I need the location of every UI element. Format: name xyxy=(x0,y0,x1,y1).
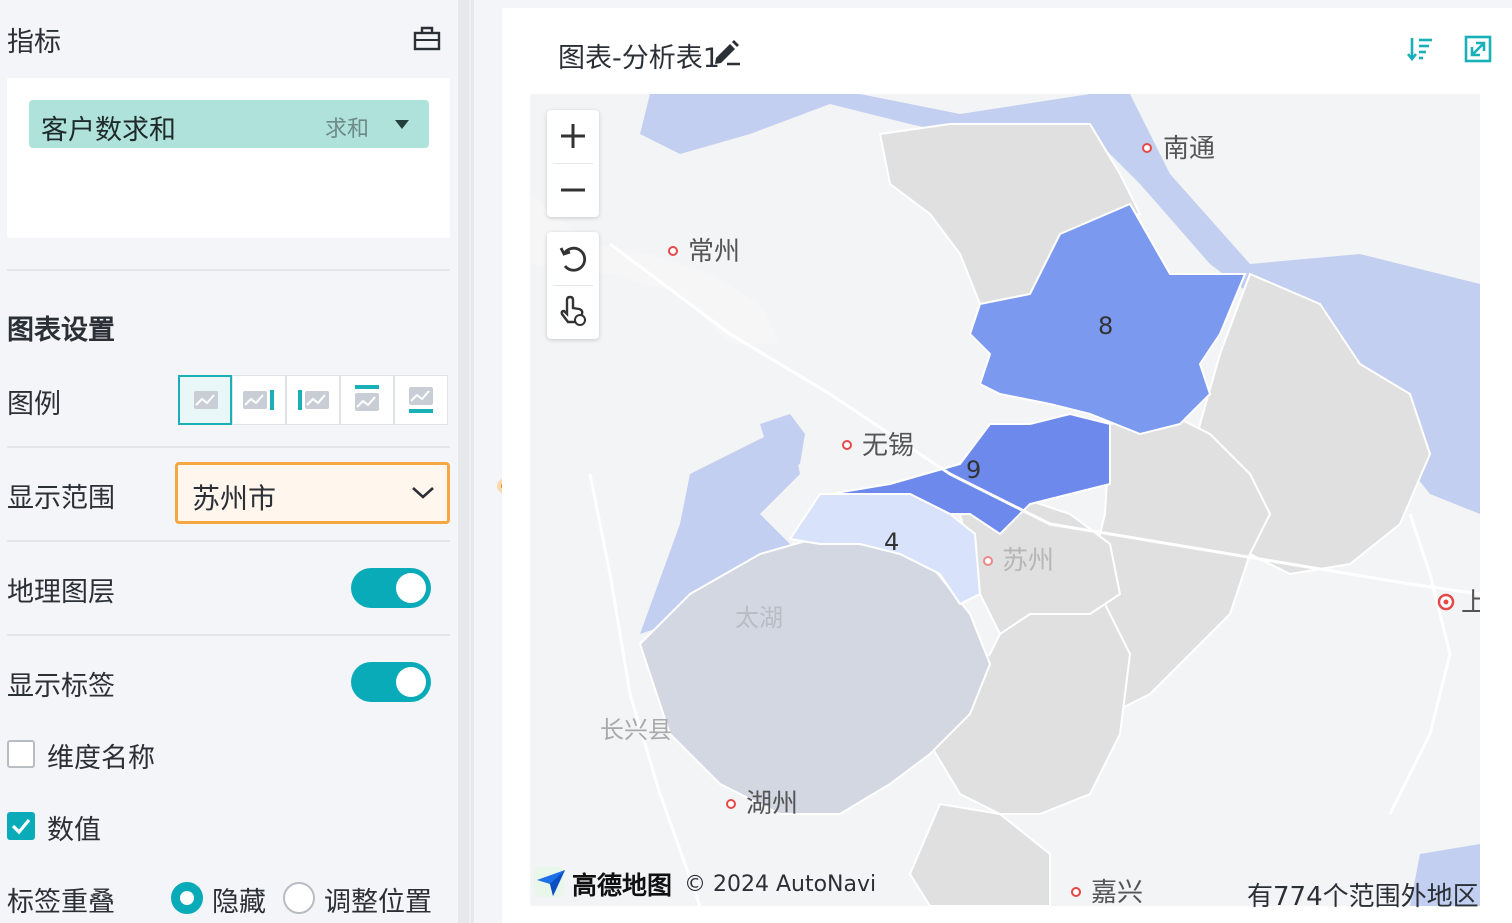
zoom-in-button[interactable] xyxy=(547,110,599,163)
map-tools-control xyxy=(547,232,599,339)
lake-label: 太湖 xyxy=(735,604,783,632)
city-label: 苏州 xyxy=(1002,546,1054,576)
region-value-label: 4 xyxy=(884,528,899,556)
region-value-label: 9 xyxy=(966,456,981,484)
region-value-label: 8 xyxy=(1098,312,1113,340)
out-of-range-note[interactable]: 有774个范围外地区 xyxy=(1247,876,1479,913)
city-label: 上 xyxy=(1461,588,1480,618)
road xyxy=(1388,513,1452,815)
city-label: 无锡 xyxy=(862,431,914,461)
toggle-knob xyxy=(396,573,426,603)
legend-left-icon xyxy=(298,390,329,410)
geo-layer-label: 地理图层 xyxy=(7,577,115,608)
legend-top-button[interactable] xyxy=(340,375,394,425)
legend-none-icon xyxy=(194,391,218,409)
legend-right-icon xyxy=(243,390,274,410)
divider xyxy=(7,634,450,636)
show-labels-toggle[interactable] xyxy=(351,662,431,702)
city-label: 嘉兴 xyxy=(1091,878,1143,906)
show-labels-label: 显示标签 xyxy=(7,671,115,702)
chart-title: 图表-分析表1 xyxy=(558,43,720,74)
divider xyxy=(7,269,450,271)
map-canvas[interactable]: 南通 常州 无锡 苏州 湖州 嘉兴 长兴县 太湖 上 8 9 4 xyxy=(530,94,1480,906)
city-marker xyxy=(1071,887,1081,897)
metrics-dropzone[interactable]: 客户数求和 求和 xyxy=(7,78,450,238)
overlap-hide-radio[interactable] xyxy=(171,882,203,914)
legend-label: 图例 xyxy=(7,389,61,420)
edit-icon[interactable] xyxy=(710,36,742,66)
county-label: 长兴县 xyxy=(600,716,672,744)
metrics-settings-icon[interactable] xyxy=(412,24,442,52)
city-label: 常州 xyxy=(688,237,740,267)
legend-none-button[interactable] xyxy=(178,375,232,425)
display-range-select[interactable]: 苏州市 xyxy=(175,462,450,524)
legend-bottom-icon xyxy=(409,387,433,413)
chevron-down-icon xyxy=(412,487,434,499)
divider xyxy=(7,540,450,542)
legend-left-button[interactable] xyxy=(286,375,340,425)
chevron-down-icon[interactable] xyxy=(395,120,409,129)
reset-view-button[interactable] xyxy=(547,232,599,285)
city-label: 湖州 xyxy=(746,789,798,819)
value-label: 数值 xyxy=(47,815,101,846)
metric-chip[interactable]: 客户数求和 求和 xyxy=(29,100,429,148)
metric-name: 客户数求和 xyxy=(41,115,176,146)
drill-select-button[interactable] xyxy=(547,286,599,339)
metric-aggregation: 求和 xyxy=(325,117,370,142)
amap-brand: 高德地图 xyxy=(572,871,673,900)
legend-right-button[interactable] xyxy=(232,375,286,425)
legend-top-icon xyxy=(355,385,379,411)
dimension-name-label: 维度名称 xyxy=(47,743,155,774)
legend-bottom-button[interactable] xyxy=(394,375,448,425)
overlap-adjust-label: 调整位置 xyxy=(324,887,432,918)
hand-pointer-icon xyxy=(560,295,586,326)
zoom-control xyxy=(547,110,599,217)
choropleth-map: 南通 常州 无锡 苏州 湖州 嘉兴 长兴县 太湖 上 8 9 4 xyxy=(530,94,1480,906)
refresh-icon xyxy=(559,246,587,272)
toggle-knob xyxy=(396,667,426,697)
legend-position-group xyxy=(178,375,450,425)
district-south xyxy=(908,802,1051,906)
label-overlap-label: 标签重叠 xyxy=(7,887,115,918)
city-marker xyxy=(726,799,736,809)
dimension-name-checkbox[interactable] xyxy=(7,740,35,768)
splitter-line xyxy=(469,0,471,923)
zoom-out-button[interactable] xyxy=(547,164,599,217)
city-marker xyxy=(668,246,678,256)
divider xyxy=(7,446,450,448)
geo-layer-toggle[interactable] xyxy=(351,568,431,608)
minus-icon xyxy=(561,188,585,192)
display-range-value: 苏州市 xyxy=(192,482,277,515)
map-copyright: © 2024 AutoNavi xyxy=(684,872,877,897)
fullscreen-icon[interactable] xyxy=(1464,35,1492,63)
city-marker xyxy=(842,440,852,450)
amap-logo-icon xyxy=(534,867,565,897)
plus-icon xyxy=(561,124,585,148)
check-icon xyxy=(11,818,31,835)
overlap-hide-label: 隐藏 xyxy=(212,887,266,918)
value-checkbox[interactable] xyxy=(7,812,35,840)
panel-splitter[interactable] xyxy=(458,0,474,923)
overlap-adjust-radio[interactable] xyxy=(283,882,315,914)
sort-icon[interactable] xyxy=(1406,35,1434,63)
display-range-label: 显示范围 xyxy=(7,483,115,514)
city-label: 南通 xyxy=(1163,134,1215,164)
city-marker-dot xyxy=(1443,599,1449,605)
chart-settings-title: 图表设置 xyxy=(7,315,115,346)
city-marker xyxy=(983,556,993,566)
settings-panel: 指标 客户数求和 求和 图表设置 图例 显示范围 苏州市 地理图层 显示标签 维… xyxy=(0,0,458,923)
city-marker xyxy=(1142,143,1152,153)
metrics-title: 指标 xyxy=(7,27,61,58)
